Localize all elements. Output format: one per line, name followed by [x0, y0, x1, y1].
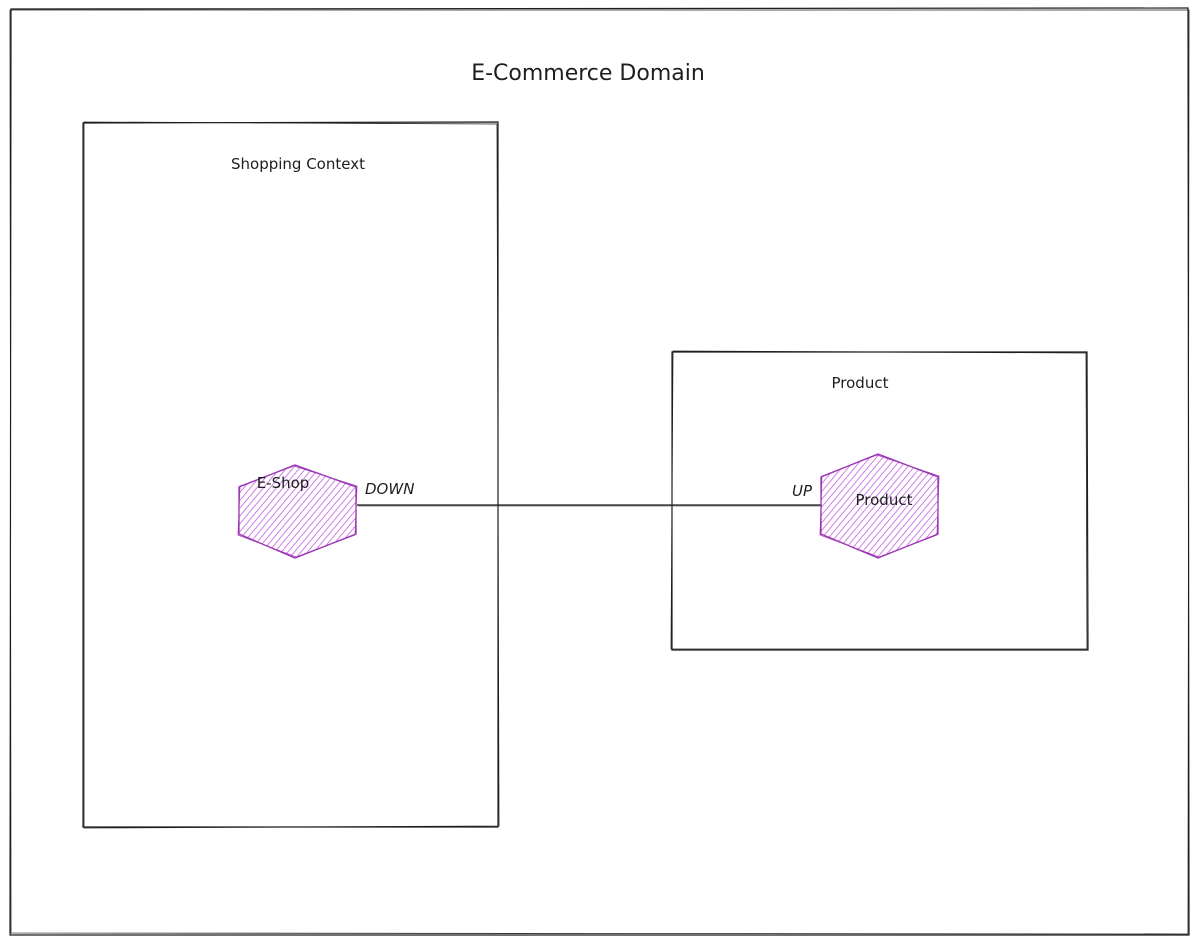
downstream-label: DOWN [365, 480, 414, 498]
product-context-label: Product [832, 374, 889, 392]
domain-frame [9, 7, 1190, 936]
shopping-context-label: Shopping Context [231, 155, 365, 173]
product-node-label: Product [856, 491, 913, 509]
domain-diagram: E-Commerce Domain Shopping Context Produ… [9, 7, 1190, 936]
relation-line [357, 504, 822, 507]
upstream-label: UP [792, 482, 813, 500]
eshop-node-label: E-Shop [257, 474, 310, 492]
domain-title: E-Commerce Domain [471, 61, 705, 86]
